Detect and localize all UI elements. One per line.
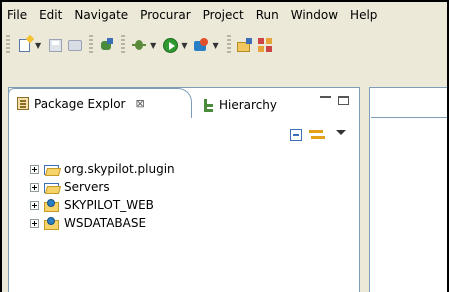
debug-task-icon <box>100 38 114 52</box>
menu-project[interactable]: Project <box>197 8 250 22</box>
tab-package-explorer-label: Package Explor <box>34 96 126 111</box>
toolbar-grip[interactable] <box>89 35 94 55</box>
view-menu-icon <box>336 129 346 135</box>
tree-item[interactable]: org.skypilot.plugin <box>30 160 175 178</box>
new-wizard-icon <box>18 38 30 52</box>
external-tools-dropdown-icon[interactable]: ▼ <box>212 41 218 50</box>
tab-hierarchy[interactable]: Hierarchy <box>192 92 312 118</box>
print-button[interactable] <box>66 34 84 56</box>
package-explorer-icon <box>17 97 29 110</box>
tree-item-label: org.skypilot.plugin <box>64 162 175 176</box>
grid-button[interactable] <box>256 34 274 56</box>
hierarchy-icon <box>202 98 214 112</box>
tree-item[interactable]: SKYPILOT_WEB <box>30 196 175 214</box>
external-tools-button[interactable] <box>192 34 210 56</box>
toolbar-grip[interactable] <box>121 35 126 55</box>
new-project-icon <box>236 37 253 53</box>
new-wizard-dropdown-icon[interactable]: ▼ <box>35 41 41 50</box>
project-tree: org.skypilot.plugin Servers SKYPILOT_WEB… <box>30 160 175 232</box>
expand-icon[interactable] <box>30 164 39 174</box>
link-with-editor-icon <box>309 128 325 142</box>
tree-item-label: Servers <box>64 180 110 194</box>
menu-help[interactable]: Help <box>344 8 383 22</box>
collapse-all-button[interactable] <box>290 126 302 144</box>
menu-window[interactable]: Window <box>285 8 344 22</box>
grid-icon <box>257 38 272 52</box>
toolbar-grip[interactable] <box>6 35 10 55</box>
toolbar-grip[interactable] <box>226 35 231 55</box>
folder-icon <box>44 181 60 194</box>
save-button[interactable] <box>46 34 64 56</box>
main-toolbar: ▼ ▼ ▼ ▼ <box>2 28 447 62</box>
expand-icon[interactable] <box>30 182 39 192</box>
link-with-editor-button[interactable] <box>309 126 325 144</box>
web-project-icon <box>44 216 60 230</box>
tree-item-label: SKYPILOT_WEB <box>64 198 154 212</box>
tab-package-explorer[interactable]: Package Explor ⊠ <box>8 88 192 118</box>
tree-item[interactable]: WSDATABASE <box>30 214 175 232</box>
collapse-all-icon <box>290 129 302 141</box>
menu-navigate[interactable]: Navigate <box>68 8 134 22</box>
minimize-view-icon[interactable] <box>320 96 331 100</box>
tab-hierarchy-label: Hierarchy <box>219 98 278 112</box>
new-wizard-button[interactable] <box>15 34 33 56</box>
tree-item-label: WSDATABASE <box>64 216 147 230</box>
save-icon <box>48 38 62 52</box>
menu-procurar[interactable]: Procurar <box>134 8 196 22</box>
debug-icon <box>132 38 147 52</box>
maximize-view-icon[interactable] <box>338 96 349 105</box>
new-project-button[interactable] <box>236 34 254 56</box>
run-dropdown-icon[interactable]: ▼ <box>181 41 187 50</box>
menu-file[interactable]: File <box>2 8 33 22</box>
menu-bar: File Edit Navigate Procurar Project Run … <box>2 2 447 28</box>
run-button[interactable] <box>161 34 179 56</box>
debug-dropdown-icon[interactable]: ▼ <box>150 41 156 50</box>
debug-task-button[interactable] <box>98 34 116 56</box>
view-menu-button[interactable] <box>336 123 346 141</box>
expand-icon[interactable] <box>30 218 39 228</box>
external-tools-icon <box>193 37 209 53</box>
debug-button[interactable] <box>130 34 148 56</box>
tree-item[interactable]: Servers <box>30 178 175 196</box>
eclipse-window: File Edit Navigate Procurar Project Run … <box>0 0 449 292</box>
folder-icon <box>44 163 60 176</box>
print-icon <box>68 39 83 51</box>
menu-edit[interactable]: Edit <box>33 8 68 22</box>
expand-icon[interactable] <box>30 200 39 210</box>
close-tab-icon[interactable]: ⊠ <box>135 97 144 110</box>
menu-run[interactable]: Run <box>250 8 285 22</box>
editor-tab-strip <box>371 88 447 118</box>
web-project-icon <box>44 198 60 212</box>
run-icon <box>162 37 178 53</box>
